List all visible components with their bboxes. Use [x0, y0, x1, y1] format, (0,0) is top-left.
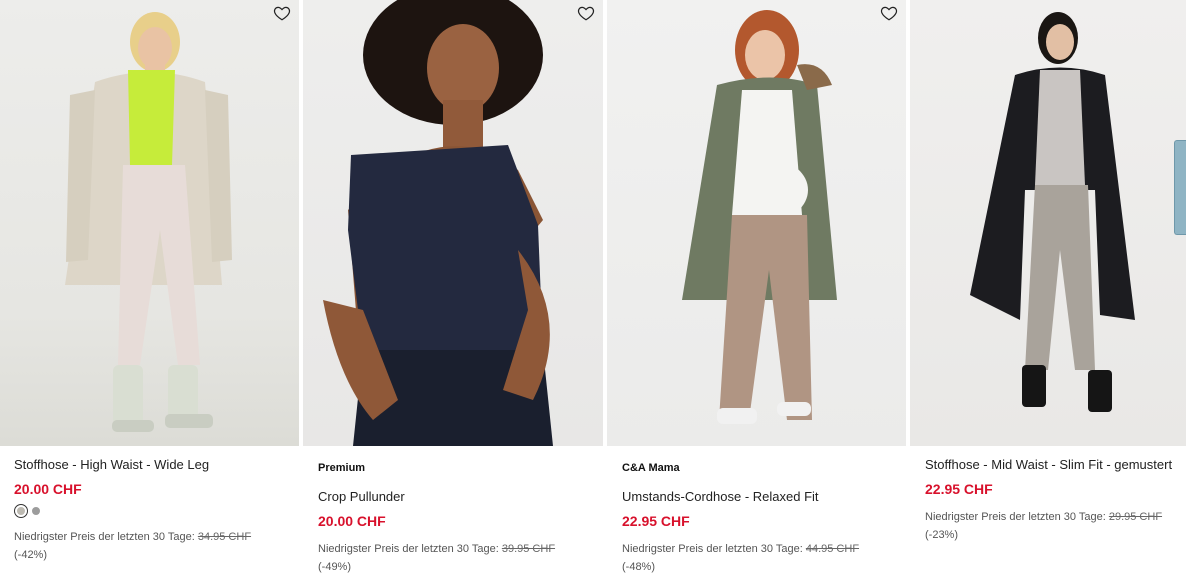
lowest-price-note: Niedrigster Preis der letzten 30 Tage: 3… — [318, 542, 591, 557]
product-price: 22.95 CHF — [622, 513, 690, 529]
lowest-price-value: 39.95 CHF — [501, 543, 556, 555]
lowest-price-value: 34.95 CHF — [197, 531, 252, 543]
product-image[interactable] — [910, 0, 1186, 446]
product-brand: Premium — [318, 462, 366, 474]
product-brand: C&A Mama — [622, 462, 680, 474]
lowest-price-label: Niedrigster Preis der letzten 30 Tage: — [622, 543, 803, 555]
product-title[interactable]: Crop Pullunder — [318, 489, 591, 505]
lowest-price-value: 29.95 CHF — [1108, 511, 1163, 523]
side-feedback-tab[interactable] — [1174, 140, 1186, 235]
product-info: Premium Crop Pullunder 20.00 CHF Niedrig… — [303, 462, 603, 574]
product-title[interactable]: Umstands-Cordhose - Relaxed Fit — [622, 489, 894, 505]
color-swatch[interactable] — [32, 507, 40, 515]
discount-percent: (-23%) — [925, 529, 959, 541]
lowest-price-value: 44.95 CHF — [805, 543, 860, 555]
product-title[interactable]: Stoffhose - Mid Waist - Slim Fit - gemus… — [925, 457, 1174, 473]
product-card[interactable]: Stoffhose - High Waist - Wide Leg 20.00 … — [0, 0, 299, 574]
product-card[interactable]: Stoffhose - Mid Waist - Slim Fit - gemus… — [910, 0, 1186, 574]
model-photo — [970, 12, 1135, 412]
product-card[interactable]: Premium Crop Pullunder 20.00 CHF Niedrig… — [303, 0, 603, 574]
lowest-price-note: Niedrigster Preis der letzten 30 Tage: 4… — [622, 542, 894, 557]
discount-percent: (-42%) — [14, 549, 48, 561]
color-swatch-selected[interactable] — [14, 504, 28, 518]
lowest-price-label: Niedrigster Preis der letzten 30 Tage: — [925, 511, 1106, 523]
product-title[interactable]: Stoffhose - High Waist - Wide Leg — [14, 457, 287, 473]
product-price: 20.00 CHF — [318, 513, 386, 529]
product-info: Stoffhose - High Waist - Wide Leg 20.00 … — [0, 457, 299, 563]
product-image[interactable] — [303, 0, 603, 446]
lowest-price-note: Niedrigster Preis der letzten 30 Tage: 3… — [14, 530, 287, 545]
favorite-heart-icon[interactable] — [577, 4, 595, 22]
model-photo — [682, 10, 837, 424]
product-price: 22.95 CHF — [925, 481, 993, 497]
product-info: C&A Mama Umstands-Cordhose - Relaxed Fit… — [607, 462, 906, 574]
product-image[interactable] — [607, 0, 906, 446]
model-photo — [323, 0, 553, 446]
favorite-heart-icon[interactable] — [273, 4, 291, 22]
lowest-price-label: Niedrigster Preis der letzten 30 Tage: — [14, 531, 195, 543]
favorite-heart-icon[interactable] — [880, 4, 898, 22]
discount-percent: (-49%) — [318, 561, 352, 573]
product-info: Stoffhose - Mid Waist - Slim Fit - gemus… — [910, 457, 1186, 543]
product-card[interactable]: C&A Mama Umstands-Cordhose - Relaxed Fit… — [607, 0, 906, 574]
product-image[interactable] — [0, 0, 299, 446]
product-price: 20.00 CHF — [14, 481, 82, 497]
model-photo — [65, 12, 232, 432]
lowest-price-label: Niedrigster Preis der letzten 30 Tage: — [318, 543, 499, 555]
lowest-price-note: Niedrigster Preis der letzten 30 Tage: 2… — [925, 510, 1174, 525]
color-swatches — [14, 504, 287, 518]
discount-percent: (-48%) — [622, 561, 656, 573]
product-grid: Stoffhose - High Waist - Wide Leg 20.00 … — [0, 0, 1186, 574]
